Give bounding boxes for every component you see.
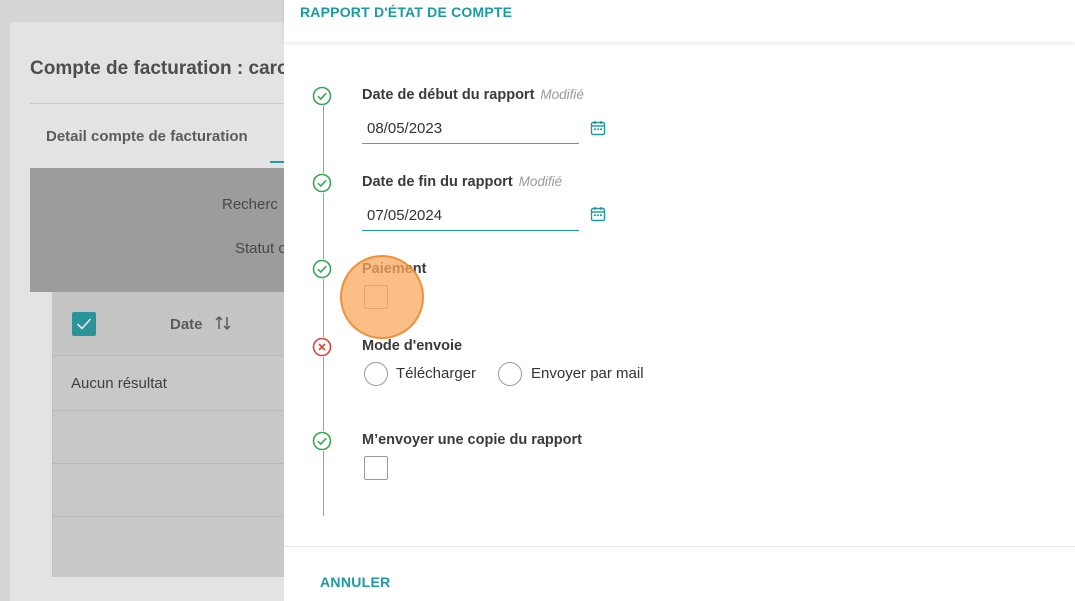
modified-tag: Modifié <box>540 87 584 102</box>
modal-backdrop[interactable] <box>0 0 284 601</box>
step-valid-icon <box>312 259 332 279</box>
footer-divider <box>284 546 1075 547</box>
cancel-button[interactable]: ANNULER <box>320 574 391 590</box>
start-date-label-text: Date de début du rapport <box>362 87 535 103</box>
radio-download[interactable] <box>364 362 388 386</box>
calendar-icon[interactable] <box>590 120 606 136</box>
start-date-label: Date de début du rapport Modifié <box>362 87 584 103</box>
start-date-field <box>362 114 579 144</box>
calendar-icon[interactable] <box>590 206 606 222</box>
modified-tag: Modifié <box>518 174 563 189</box>
end-date-label: Date de fin du rapport Modifié <box>362 174 562 190</box>
download-option-label[interactable]: Télécharger <box>396 365 476 382</box>
send-mode-label: Mode d'envoie <box>362 338 463 354</box>
send-copy-checkbox[interactable] <box>364 456 388 480</box>
step-valid-icon <box>312 173 332 193</box>
click-indicator <box>340 255 424 339</box>
stepper-line <box>323 104 324 516</box>
end-date-label-text: Date de fin du rapport <box>362 174 513 190</box>
end-date-input[interactable] <box>362 201 579 230</box>
step-valid-icon <box>312 431 332 451</box>
send-copy-label: M’envoyer une copie du rapport <box>362 432 582 448</box>
drawer-title: RAPPORT D'ÉTAT DE COMPTE <box>300 4 513 20</box>
send-by-mail-option-label[interactable]: Envoyer par mail <box>531 365 644 382</box>
step-error-icon <box>312 337 332 357</box>
start-date-input[interactable] <box>362 114 579 143</box>
radio-send-by-mail[interactable] <box>498 362 522 386</box>
end-date-field <box>362 201 579 231</box>
drawer-header: RAPPORT D'ÉTAT DE COMPTE <box>284 0 1075 42</box>
step-valid-icon <box>312 86 332 106</box>
